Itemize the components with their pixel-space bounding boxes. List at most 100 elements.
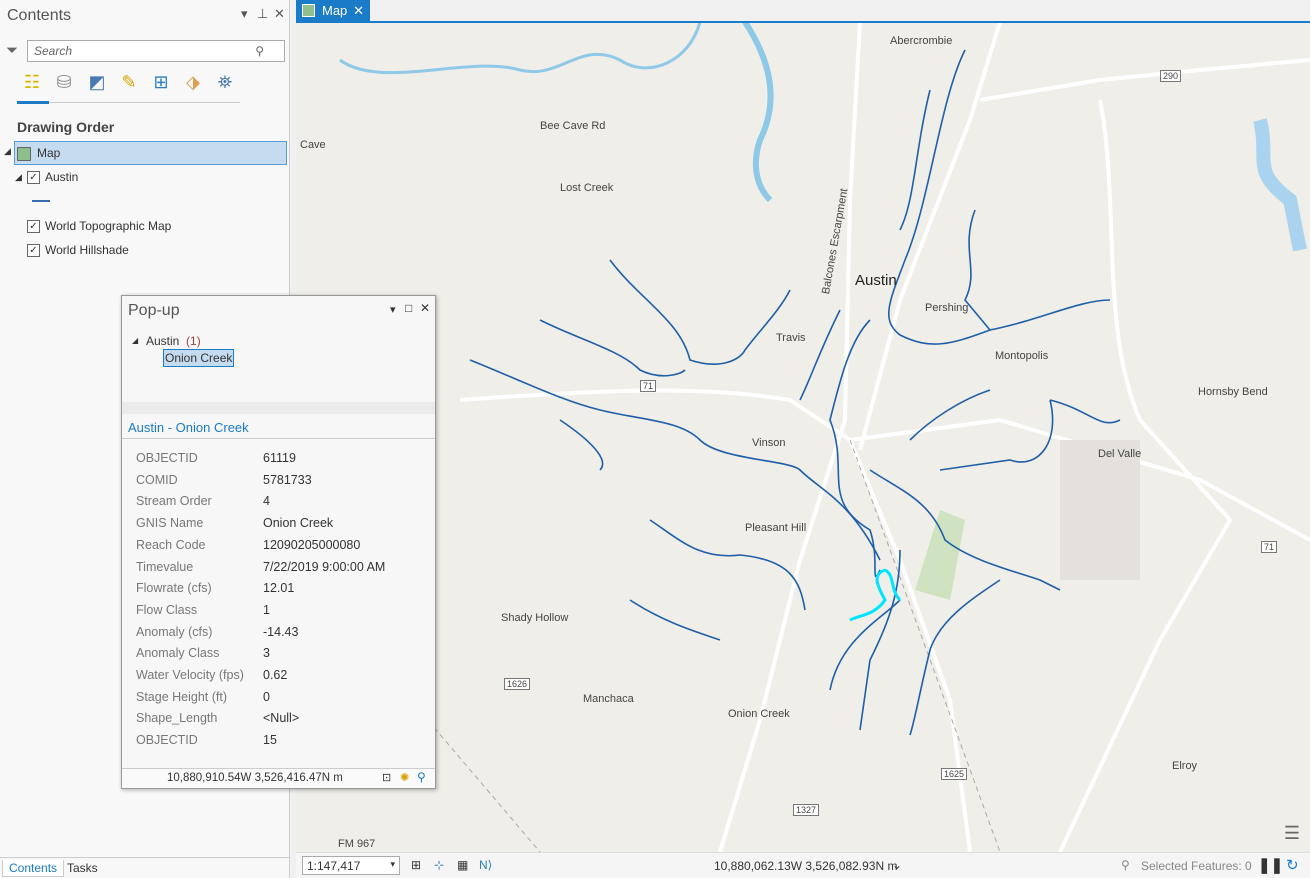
map-label: Manchaca xyxy=(583,693,634,705)
map-label: 290 xyxy=(1160,70,1182,82)
popup-group[interactable]: Austin (1) xyxy=(146,334,201,348)
field-value: 12090205000080 xyxy=(263,537,361,552)
map-label: 1625 xyxy=(941,768,968,780)
map-view[interactable]: Abercrombie Cave Lost Creek Austin Pershing M… xyxy=(296,23,1310,852)
river xyxy=(742,23,774,203)
layer-map[interactable]: Map xyxy=(14,141,287,165)
selection-icon[interactable]: ◩ xyxy=(85,72,109,96)
field-name: Flow Class xyxy=(136,602,198,617)
popup-title: Pop-up xyxy=(128,302,180,319)
checkbox[interactable]: ✓ xyxy=(27,220,40,234)
map-label: Shady Hollow xyxy=(501,612,569,624)
layer-label: Austin xyxy=(45,170,79,184)
map-label: 71 xyxy=(1261,541,1278,553)
field-name: Stage Height (ft) xyxy=(136,689,228,704)
pin-icon[interactable]: ⊥ xyxy=(257,6,268,22)
splitter[interactable] xyxy=(122,402,435,414)
checkbox[interactable]: ✓ xyxy=(27,244,40,258)
data-source-icon[interactable]: ⛁ xyxy=(52,72,76,96)
tab-map[interactable]: Map ✕ xyxy=(296,0,370,22)
fixed-zoom-icon[interactable]: ⊞ xyxy=(411,858,421,872)
field-name: Reach Code xyxy=(136,537,206,552)
filter-icon[interactable]: ⏷ xyxy=(6,42,18,59)
map-icon xyxy=(17,146,31,161)
roads xyxy=(459,23,1310,852)
dropdown-icon[interactable]: ▾ xyxy=(241,6,248,22)
search-icon[interactable]: ⚲ xyxy=(255,44,264,58)
snapping-icon[interactable]: ⊞ xyxy=(149,72,173,96)
map-label: 1626 xyxy=(504,678,531,690)
imagery-icon[interactable]: ⛯ xyxy=(213,72,237,96)
map-legend-icon[interactable]: ☰ xyxy=(1284,823,1300,844)
chevron-down-icon[interactable]: ⌄ xyxy=(892,858,902,872)
fixed-extent-icon[interactable]: ⊹ xyxy=(434,858,444,872)
layer-world-hillshade[interactable]: ✓ World Hillshade xyxy=(27,243,129,258)
map-label: Del Valle xyxy=(1098,448,1142,460)
layer-world-topographic[interactable]: ✓ World Topographic Map xyxy=(27,219,172,234)
map-label: Elroy xyxy=(1172,760,1198,772)
grid-icon[interactable]: ▦ xyxy=(457,858,468,872)
map-label: Lost Creek xyxy=(560,182,614,194)
map-label: Austin xyxy=(855,272,897,289)
dropdown-icon[interactable]: ▾ xyxy=(390,303,396,316)
drawing-order-icon[interactable]: ☷ xyxy=(20,72,44,96)
expand-icon[interactable]: ◢ xyxy=(4,146,11,157)
field-value: 0 xyxy=(263,689,270,704)
field-value: 1 xyxy=(263,602,270,617)
close-icon[interactable]: ✕ xyxy=(274,6,285,22)
field-name: COMID xyxy=(136,472,178,487)
zoom-to-icon[interactable]: ⚲ xyxy=(417,770,426,784)
field-value: 7/22/2019 9:00:00 AM xyxy=(263,559,386,574)
layer-label: World Hillshade xyxy=(45,243,129,257)
map-label: Montopolis xyxy=(995,350,1049,362)
expand-icon[interactable]: ◢ xyxy=(132,336,138,345)
popup-feature-onion-creek[interactable]: Onion Creek xyxy=(163,349,235,367)
contents-title: Contents xyxy=(7,7,72,24)
flash-icon[interactable]: ✺ xyxy=(400,771,409,784)
map-icon xyxy=(302,4,315,17)
field-name: Anomaly Class xyxy=(136,646,220,661)
tab-contents[interactable]: Contents xyxy=(2,860,65,877)
labeling-icon[interactable]: ⬗ xyxy=(181,72,205,96)
bottom-tabs: Contents Tasks xyxy=(0,857,290,878)
map-label: 71 xyxy=(640,380,657,392)
close-icon[interactable]: ✕ xyxy=(420,301,430,315)
tab-divider xyxy=(17,102,240,103)
maximize-icon[interactable]: □ xyxy=(405,301,412,315)
pause-icon[interactable]: ❚❚ xyxy=(1258,856,1283,874)
field-value: 0.62 xyxy=(263,668,288,682)
tab-selected-indicator xyxy=(17,101,49,104)
tab-label: Map xyxy=(322,3,348,18)
map-label: Travis xyxy=(776,332,806,344)
checkbox[interactable]: ✓ xyxy=(27,171,40,185)
select-icon[interactable]: ⊡ xyxy=(382,771,391,784)
field-value: <Null> xyxy=(263,711,300,726)
map-label: Vinson xyxy=(752,437,786,449)
map-label: Bee Cave Rd xyxy=(540,120,606,132)
lake xyxy=(1253,118,1307,252)
field-value: -14.43 xyxy=(263,624,299,639)
divider xyxy=(122,438,435,439)
layer-austin[interactable]: ✓ Austin xyxy=(27,170,79,185)
field-value: 3 xyxy=(263,646,270,661)
field-value: 5781733 xyxy=(263,472,312,487)
selected-features[interactable]: Selected Features: 0 xyxy=(1141,859,1252,873)
north-arrow-icon[interactable]: N⟩ xyxy=(479,858,492,872)
map-canvas xyxy=(299,23,1310,852)
expand-icon[interactable]: ◢ xyxy=(15,172,22,183)
field-name: OBJECTID xyxy=(136,451,198,465)
scale-value: 1:147,417 xyxy=(307,859,361,873)
editing-icon[interactable]: ✎ xyxy=(117,72,141,96)
field-value: Onion Creek xyxy=(263,516,334,531)
map-label: Abercrombie xyxy=(890,35,953,47)
field-value: 4 xyxy=(263,494,270,509)
tab-tasks[interactable]: Tasks xyxy=(61,860,104,876)
search-input[interactable]: Search ⚲ xyxy=(27,40,285,62)
drawing-order-heading: Drawing Order xyxy=(17,119,115,135)
close-icon[interactable]: ✕ xyxy=(353,3,364,19)
scale-select[interactable]: 1:147,417 ▾ xyxy=(302,856,400,875)
layer-label: World Topographic Map xyxy=(45,219,172,233)
refresh-icon[interactable]: ↻ xyxy=(1286,856,1299,874)
layer-label: Map xyxy=(37,146,61,160)
field-name: OBJECTID xyxy=(136,733,198,748)
